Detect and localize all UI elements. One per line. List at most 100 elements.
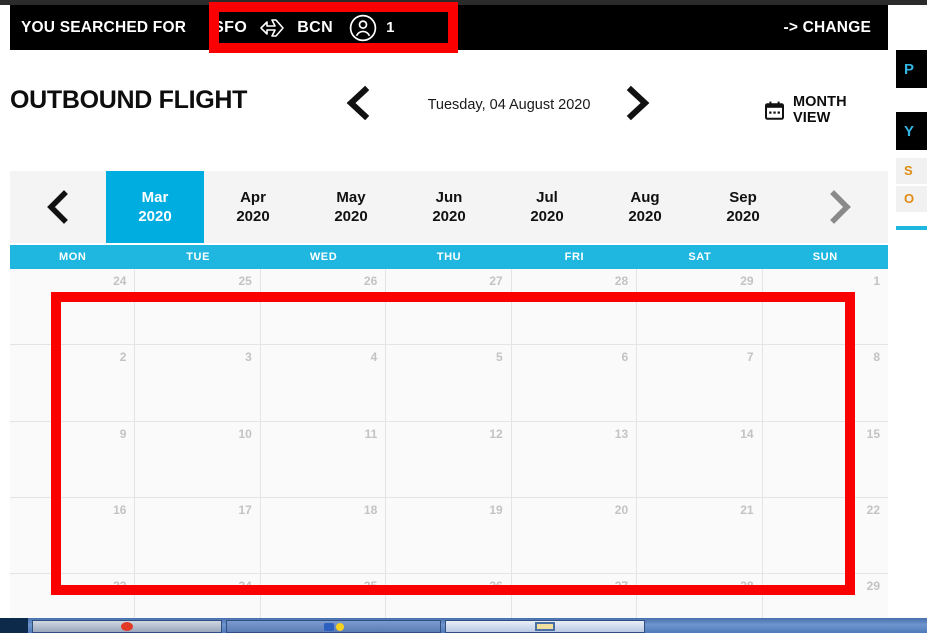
calendar-day-number: 4 (370, 350, 378, 365)
passenger-count: 1 (386, 19, 395, 36)
month-cell-aug-2020[interactable]: Aug 2020 (596, 171, 694, 243)
price-panel-heading: P (896, 50, 927, 88)
month-name: Jul (536, 188, 558, 206)
calendar-day-cell[interactable]: 1 (762, 269, 888, 346)
calendar-day-number: 1 (873, 274, 880, 288)
month-cell-may-2020[interactable]: May 2020 (302, 171, 400, 243)
calendar-day-number: 22 (866, 502, 880, 517)
weekday-header-sun: SUN (812, 251, 838, 263)
weekday-header-sat: SAT (688, 251, 712, 263)
calendar-day-cell[interactable]: 27 (386, 269, 512, 346)
month-year: 2020 (432, 208, 466, 225)
calendar-day-cell[interactable]: 29 (637, 269, 763, 346)
calendar-day-number: 9 (119, 426, 127, 441)
calendar-day-number: 24 (113, 274, 127, 288)
calendar-day-number: 25 (363, 579, 378, 594)
calendar-day-number: 14 (740, 426, 754, 441)
month-name: Jun (435, 188, 463, 206)
month-view-label: MONTH VIEW (793, 94, 847, 126)
taskbar-item-3[interactable] (445, 620, 645, 633)
month-year: 2020 (236, 208, 270, 225)
calendar-icon (765, 101, 784, 120)
person-circle-icon (349, 14, 377, 42)
month-view-button[interactable]: MONTH VIEW (765, 94, 888, 126)
calendar-day-number: 11 (364, 426, 378, 441)
browser-icon (121, 622, 133, 631)
route-summary[interactable]: SFO BCN 1 (213, 14, 394, 42)
calendar-day-number: 15 (866, 426, 880, 441)
calendar-day-cell[interactable]: 6 (511, 345, 638, 422)
calendar-day-number: 28 (740, 579, 754, 594)
calendar-day-cell[interactable]: 9 (10, 421, 136, 498)
previous-day-button[interactable] (340, 82, 376, 124)
calendar-day-cell[interactable]: 4 (260, 345, 387, 422)
month-cell-jul-2020[interactable]: Jul 2020 (498, 171, 596, 243)
calendar-day-number: 16 (113, 502, 127, 517)
calendar-day-cell[interactable]: 11 (260, 421, 387, 498)
change-search-button[interactable]: -> CHANGE (784, 19, 872, 37)
calendar-day-cell[interactable]: 12 (386, 421, 512, 498)
calendar-day-number: 2 (119, 350, 127, 365)
calendar-day-cell[interactable]: 2 (10, 345, 136, 422)
selected-date-label: Tuesday, 04 August 2020 (427, 97, 591, 113)
calendar-day-cell[interactable]: 16 (10, 497, 136, 575)
destination-code: BCN (297, 18, 334, 36)
calendar-day-number: 28 (614, 274, 629, 288)
calendar-day-number: 26 (489, 579, 503, 594)
month-name: Apr (240, 188, 266, 206)
calendar-day-number: 24 (238, 579, 252, 594)
calendar-day-cell[interactable]: 10 (135, 421, 261, 498)
month-cell-jun-2020[interactable]: Jun 2020 (400, 171, 498, 243)
search-summary-bar: YOU SEARCHED FOR SFO BCN 1 -> CHANGE (10, 5, 888, 50)
calendar-day-cell[interactable]: 5 (386, 345, 512, 422)
calendar-day-cell[interactable]: 3 (135, 345, 261, 422)
calendar-day-number: 6 (621, 350, 629, 365)
calendar-day-number: 17 (238, 502, 252, 517)
app-root: YOU SEARCHED FOR SFO BCN 1 -> CHANGE OUT… (0, 0, 927, 633)
month-strip-next-button[interactable] (792, 171, 888, 243)
weekday-header-tue: TUE (186, 251, 211, 263)
calendar-day-cell[interactable]: 7 (637, 345, 763, 422)
calendar-day-cell[interactable]: 26 (260, 269, 387, 346)
taskbar-item-1[interactable] (32, 620, 222, 633)
calendar-day-cell[interactable]: 8 (762, 345, 888, 422)
your-selection-heading: Y (896, 112, 927, 150)
origin-code: SFO (213, 18, 248, 36)
calendar-grid: 24 25 26 27 28 29 1 2 3 4 5 6 7 8 9 10 11 12 13 14 15 16 17 18 1… (10, 269, 888, 633)
calendar-day-cell[interactable]: 17 (135, 497, 261, 575)
calendar-day-number: 20 (614, 502, 629, 517)
calendar-day-number: 13 (614, 426, 629, 441)
calendar-day-number: 19 (489, 502, 503, 517)
month-cell-mar-2020[interactable]: Mar 2020 (106, 171, 204, 243)
side-panel-divider (896, 226, 927, 230)
start-button[interactable] (0, 618, 28, 633)
month-name: Mar (141, 188, 169, 206)
calendar-day-cell[interactable]: 20 (511, 497, 638, 575)
calendar-day-number: 12 (489, 426, 503, 441)
calendar-day-cell[interactable]: 21 (637, 497, 763, 575)
calendar-day-cell[interactable]: 13 (511, 421, 638, 498)
calendar-day-cell[interactable]: 15 (762, 422, 888, 498)
calendar-day-cell[interactable]: 19 (386, 497, 512, 575)
taskbar-item-2[interactable] (226, 620, 441, 633)
calendar-day-cell[interactable]: 25 (135, 269, 261, 346)
month-strip-prev-button[interactable] (10, 171, 106, 243)
calendar-day-number: 7 (746, 350, 754, 365)
month-year: 2020 (628, 208, 662, 225)
weekday-header-mon: MON (58, 251, 87, 263)
next-day-button[interactable] (620, 82, 656, 124)
calendar-day-number: 5 (496, 350, 503, 365)
month-year: 2020 (138, 208, 172, 225)
month-cell-apr-2020[interactable]: Apr 2020 (204, 171, 302, 243)
calendar-day-cell[interactable]: 22 (762, 498, 888, 575)
month-name: Sep (729, 188, 757, 206)
selection-detail-line-1: S (896, 158, 927, 184)
calendar-day-number: 29 (866, 579, 880, 594)
month-cell-sep-2020[interactable]: Sep 2020 (694, 171, 792, 243)
calendar-day-cell[interactable]: 24 (10, 269, 136, 346)
calendar-day-cell[interactable]: 14 (637, 421, 763, 498)
calendar-day-cell[interactable]: 18 (260, 497, 387, 575)
month-name: Aug (630, 188, 660, 206)
calendar-day-cell[interactable]: 28 (511, 269, 638, 346)
calendar-day-number: 27 (614, 579, 629, 594)
